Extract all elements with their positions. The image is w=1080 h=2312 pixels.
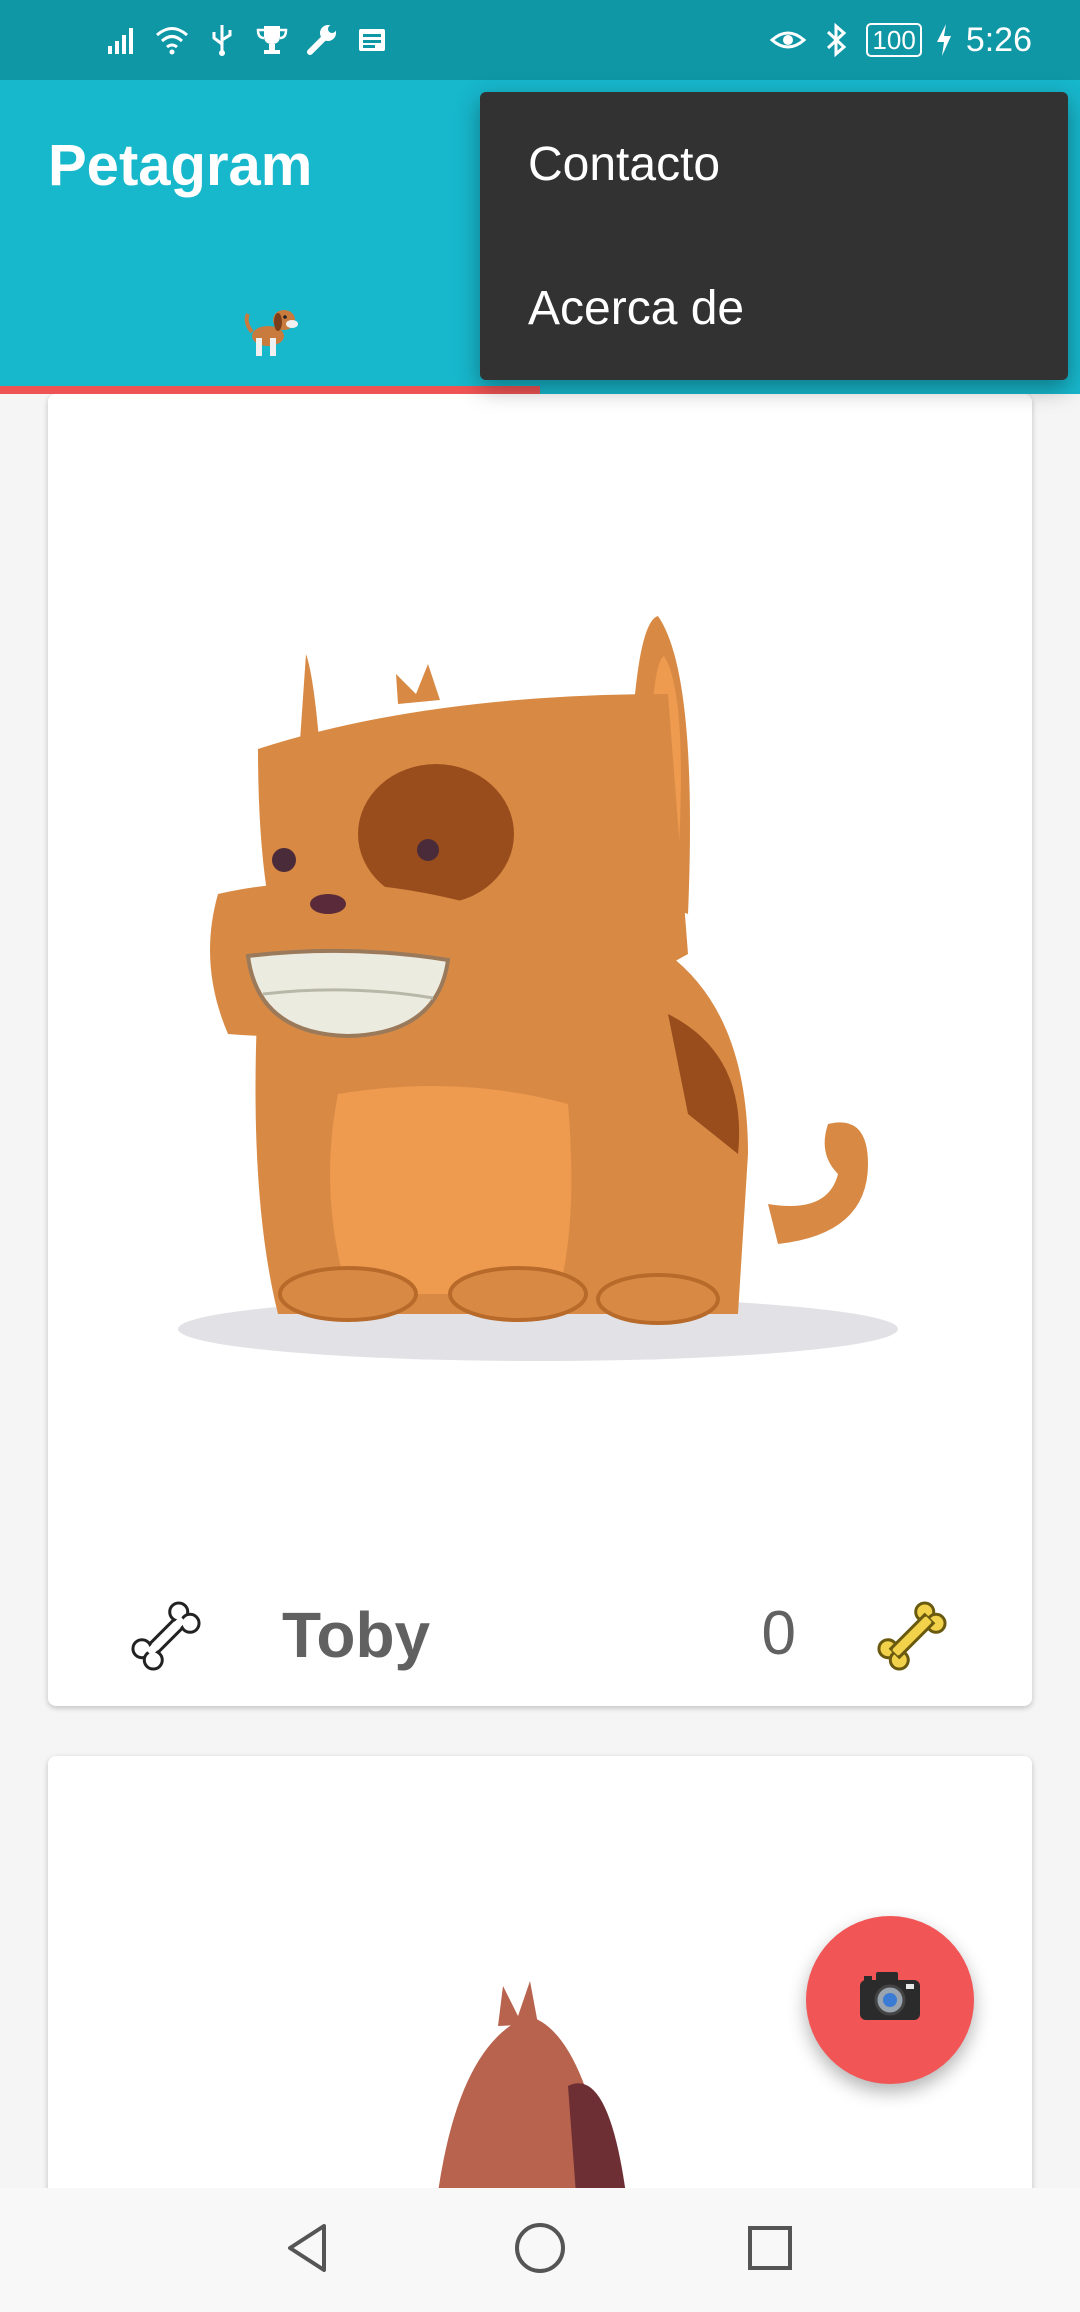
trophy-icon (254, 22, 290, 58)
clock: 5:26 (965, 20, 1032, 59)
bluetooth-icon (818, 22, 854, 58)
eye-icon (770, 22, 807, 58)
app-title: Petagram (48, 133, 313, 198)
back-button[interactable] (268, 2210, 348, 2290)
like-count: 0 (761, 1599, 796, 1668)
overflow-menu: Contacto Acerca de (480, 92, 1068, 380)
bone-yellow-icon (868, 1592, 956, 1680)
status-bar: 100 5:26 (0, 0, 1080, 80)
wrench-icon (304, 22, 340, 58)
home-button[interactable] (500, 2210, 580, 2290)
pet-image (48, 394, 1032, 1574)
usb-icon (204, 22, 240, 58)
camera-fab[interactable] (806, 1916, 974, 2084)
recents-button[interactable] (730, 2210, 810, 2290)
charging-icon (934, 22, 954, 58)
dog-icon (238, 298, 302, 367)
pet-name: Toby (282, 1599, 431, 1671)
menu-item-contacto[interactable]: Contacto (480, 92, 1068, 236)
back-icon (280, 2220, 336, 2281)
wifi-icon (154, 22, 190, 58)
signal-icon (104, 22, 140, 58)
pet-list[interactable]: Toby 0 (0, 394, 1080, 2188)
tab-indicator (0, 386, 540, 394)
navigation-bar (0, 2188, 1080, 2312)
camera-icon (854, 1966, 926, 2035)
pet-card: Toby 0 (48, 394, 1032, 1706)
pet-card-footer: Toby 0 (48, 1574, 1032, 1694)
news-icon (354, 22, 390, 58)
home-icon (512, 2220, 568, 2281)
bone-outline-icon[interactable] (122, 1592, 210, 1680)
tab-pets[interactable] (0, 280, 540, 384)
recents-icon (742, 2220, 798, 2281)
battery-indicator: 100 (866, 23, 922, 57)
menu-item-acerca-de[interactable]: Acerca de (480, 236, 1068, 380)
